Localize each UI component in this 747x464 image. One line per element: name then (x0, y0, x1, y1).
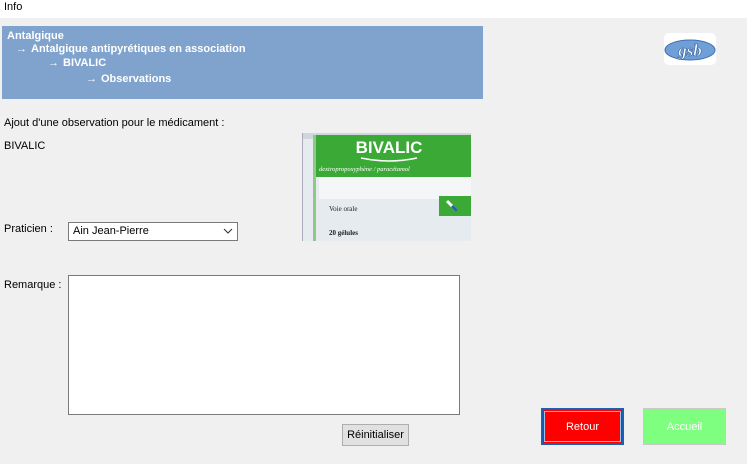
praticien-select[interactable]: Ain Jean-Pierre (68, 222, 238, 241)
window-title-bar: Info (0, 0, 747, 18)
breadcrumb-level-4-label: Observations (101, 73, 172, 85)
drug-box-image: BIVALIC dextropropoxyphène / paracétamol… (302, 133, 471, 241)
arrow-right-icon: → (16, 43, 27, 55)
praticien-label: Praticien : (4, 223, 53, 235)
breadcrumb-level-3: → BIVALIC (48, 57, 106, 70)
praticien-selected-value: Ain Jean-Pierre (73, 225, 149, 237)
breadcrumb-level-2: → Antalgique antipyrétiques en associatio… (16, 43, 246, 56)
breadcrumb-level-3-label: BIVALIC (63, 57, 107, 69)
breadcrumb-level-2-label: Antalgique antipyrétiques en association (31, 43, 246, 55)
accueil-button[interactable]: Accueil (643, 408, 726, 445)
drug-quantity-text: 20 gélules (329, 229, 358, 237)
logo-text: gsb (677, 41, 702, 60)
breadcrumb-level-4: → Observations (86, 73, 171, 86)
remarque-label: Remarque : (4, 279, 62, 291)
drug-route-text: Voie orale (329, 205, 357, 213)
chevron-down-icon (223, 228, 233, 234)
arrow-right-icon: → (86, 73, 97, 85)
gsb-logo: gsb (664, 33, 716, 65)
breadcrumb-level-1: Antalgique (7, 30, 64, 42)
breadcrumb: Antalgique → Antalgique antipyrétiques en… (2, 26, 483, 99)
reset-button[interactable]: Réinitialiser (342, 424, 409, 446)
drug-composition-text: dextropropoxyphène / paracétamol (319, 166, 410, 173)
drug-name: BIVALIC (4, 140, 46, 152)
window-title: Info (4, 1, 23, 13)
remarque-textarea[interactable] (68, 275, 460, 415)
intro-label: Ajout d'une observation pour le médicame… (4, 117, 225, 129)
drug-brand-text: BIVALIC (356, 138, 423, 157)
arrow-right-icon: → (48, 57, 59, 69)
retour-button[interactable]: Retour (541, 408, 624, 445)
